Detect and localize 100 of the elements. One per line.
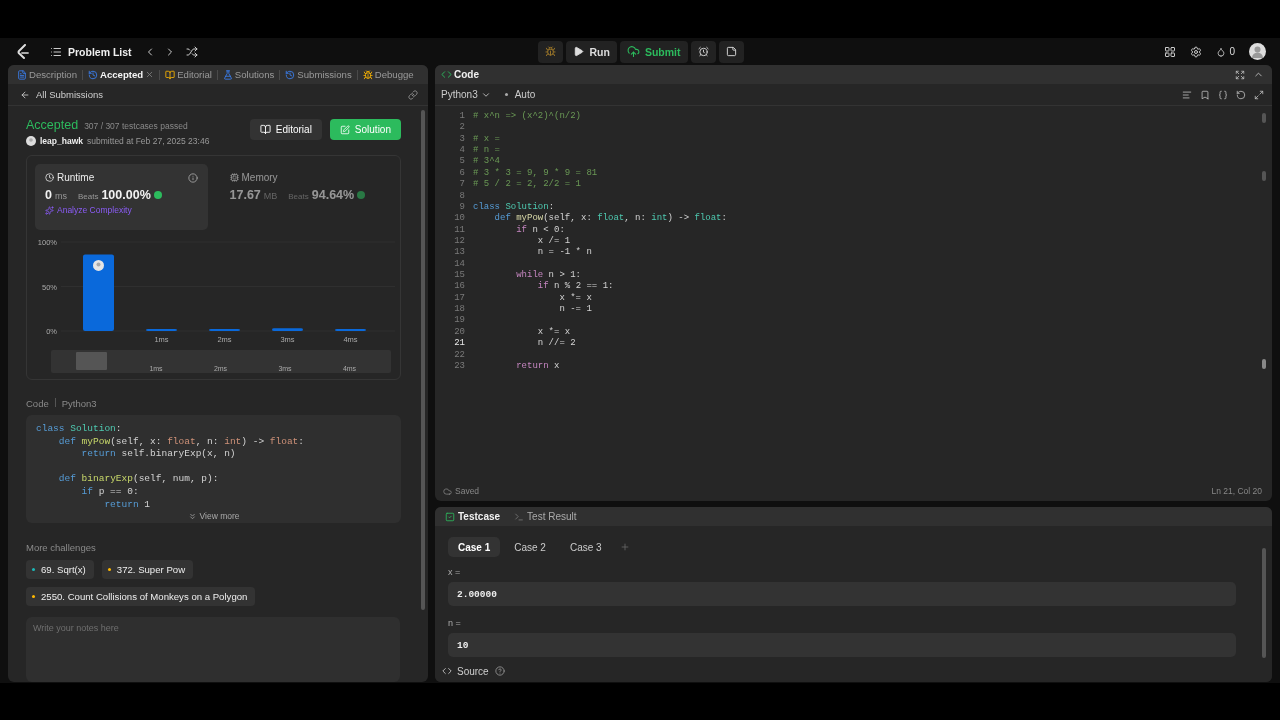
expand-icon[interactable] xyxy=(1254,89,1264,100)
stat-value: 0 xyxy=(45,188,52,202)
problem-list-link[interactable]: Problem List xyxy=(68,45,132,58)
input-field[interactable]: 10 xyxy=(448,633,1236,657)
challenge-chip[interactable]: 69. Sqrt(x) xyxy=(26,559,94,579)
line-number: 13 xyxy=(454,247,465,259)
panel-tab[interactable]: Editorial xyxy=(162,69,215,80)
history-icon xyxy=(88,69,98,80)
code-line: return 1 xyxy=(103,498,151,510)
submit-button[interactable]: Submit xyxy=(619,40,688,63)
shuffle-icon[interactable] xyxy=(185,45,198,58)
panel-tab[interactable]: Solutions xyxy=(219,69,278,80)
challenge-chip[interactable]: 2550. Count Collisions of Monkeys on a Polygon xyxy=(26,586,256,606)
play-icon xyxy=(573,46,585,57)
panel-tab[interactable]: Test Result xyxy=(510,511,581,522)
run-button[interactable]: Run xyxy=(566,40,617,63)
reset-icon[interactable] xyxy=(1236,89,1246,100)
line-number: 12 xyxy=(454,235,465,248)
cursor-position: Ln 21, Col 20 xyxy=(1211,486,1262,496)
line-number: 10 xyxy=(454,213,465,225)
panel-tab[interactable]: Description xyxy=(14,69,80,80)
line-number: 17 xyxy=(454,292,465,305)
code-line: x *= x xyxy=(536,326,571,338)
timer-button[interactable] xyxy=(690,40,716,63)
coins-counter[interactable]: 0 xyxy=(1216,46,1235,57)
code-line: if n < 0: xyxy=(515,224,565,236)
line-number: 7 xyxy=(459,179,465,191)
code-line: if p == 0: xyxy=(80,485,139,497)
section-title: More challenges xyxy=(26,541,96,553)
code-line: def myPow(self, x: float, n: int) -> float: xyxy=(57,435,305,447)
grid-icon[interactable] xyxy=(1164,45,1177,58)
fullscreen-icon[interactable] xyxy=(1235,69,1245,80)
info-icon[interactable] xyxy=(187,172,198,183)
cloud-icon xyxy=(443,486,452,496)
case-tab[interactable]: Case 1 xyxy=(448,537,501,557)
code-line: if n % 2 == 1: xyxy=(536,281,614,293)
bug-icon xyxy=(545,46,557,57)
line-number: 21 xyxy=(454,338,465,350)
edit-icon xyxy=(339,124,350,135)
code-line: class Solution: xyxy=(473,201,555,213)
line-number: 18 xyxy=(454,304,465,316)
back-link[interactable]: All Submissions xyxy=(20,89,104,100)
notes-button[interactable] xyxy=(718,40,744,63)
line-number: 4 xyxy=(459,145,465,157)
code-line: return self.binaryExp(x, n) xyxy=(80,448,236,460)
format-icon[interactable] xyxy=(1182,89,1192,100)
code-line: # x = xyxy=(473,133,500,146)
panel-tab[interactable]: Debugge xyxy=(359,69,417,80)
line-number: 9 xyxy=(459,201,465,214)
avatar-icon[interactable] xyxy=(1249,43,1266,60)
panel-tab[interactable]: Testcase xyxy=(441,511,505,522)
terminal-icon xyxy=(514,511,525,522)
case-tab[interactable]: Case 2 xyxy=(504,537,556,557)
code-icon xyxy=(441,69,452,80)
panel-tab[interactable]: Accepted xyxy=(85,69,158,80)
stat-card[interactable]: Runtime 0 ms Beats 100.00% Analyze Complexity xyxy=(35,164,208,230)
code-label: Code xyxy=(26,398,49,409)
input-label: n = xyxy=(448,618,462,628)
line-number: 1 xyxy=(459,111,465,123)
chart-bar[interactable] xyxy=(83,254,114,331)
code-line: n -= 1 xyxy=(558,304,592,316)
stat-title: Memory xyxy=(229,172,278,183)
chevrons-down-icon xyxy=(187,511,197,521)
panel-tab[interactable]: Submissions xyxy=(282,69,355,80)
bookmark-icon[interactable] xyxy=(1200,89,1210,100)
view-more-link[interactable]: View more xyxy=(36,511,391,521)
input-label: x = xyxy=(448,567,462,577)
note-icon xyxy=(725,46,737,57)
editorial-button[interactable]: Editorial xyxy=(249,119,322,140)
mode-selector[interactable]: Auto xyxy=(504,89,536,100)
range-handle[interactable] xyxy=(76,352,107,370)
debug-button[interactable] xyxy=(538,40,564,63)
beats-value: 100.00% xyxy=(101,188,151,202)
clock-icon xyxy=(45,173,54,182)
line-number: 22 xyxy=(454,349,465,361)
settings-icon[interactable] xyxy=(1190,45,1203,58)
bug-icon xyxy=(362,69,373,80)
input-field[interactable]: 2.00000 xyxy=(448,582,1236,606)
code-icon xyxy=(442,666,452,676)
drop-icon xyxy=(1216,46,1227,57)
code-line: # x^n => (x^2)^(n/2) xyxy=(473,111,582,123)
case-tab[interactable]: Case 3 xyxy=(559,537,612,557)
username[interactable]: leap_hawk xyxy=(40,136,83,146)
challenge-chip[interactable]: 372. Super Pow xyxy=(101,559,194,579)
list-icon[interactable] xyxy=(50,45,62,58)
language-dropdown[interactable]: Python3 xyxy=(441,89,491,100)
history-icon xyxy=(285,69,296,80)
source-link[interactable]: Source xyxy=(442,665,489,677)
code-line: return x xyxy=(515,360,560,373)
alarm-clock-icon xyxy=(697,46,709,57)
line-number: 16 xyxy=(454,281,465,293)
user-avatar-icon xyxy=(93,259,104,271)
code-line: while n > 1: xyxy=(515,270,582,281)
close-icon[interactable] xyxy=(145,70,155,79)
braces-icon[interactable] xyxy=(1218,89,1228,100)
checkbox-icon xyxy=(445,511,455,522)
stat-unit: ms xyxy=(54,191,67,201)
help-icon[interactable] xyxy=(494,666,505,676)
testcases-text: 307 / 307 testcases passed xyxy=(84,121,188,131)
link-icon[interactable] xyxy=(408,89,418,100)
